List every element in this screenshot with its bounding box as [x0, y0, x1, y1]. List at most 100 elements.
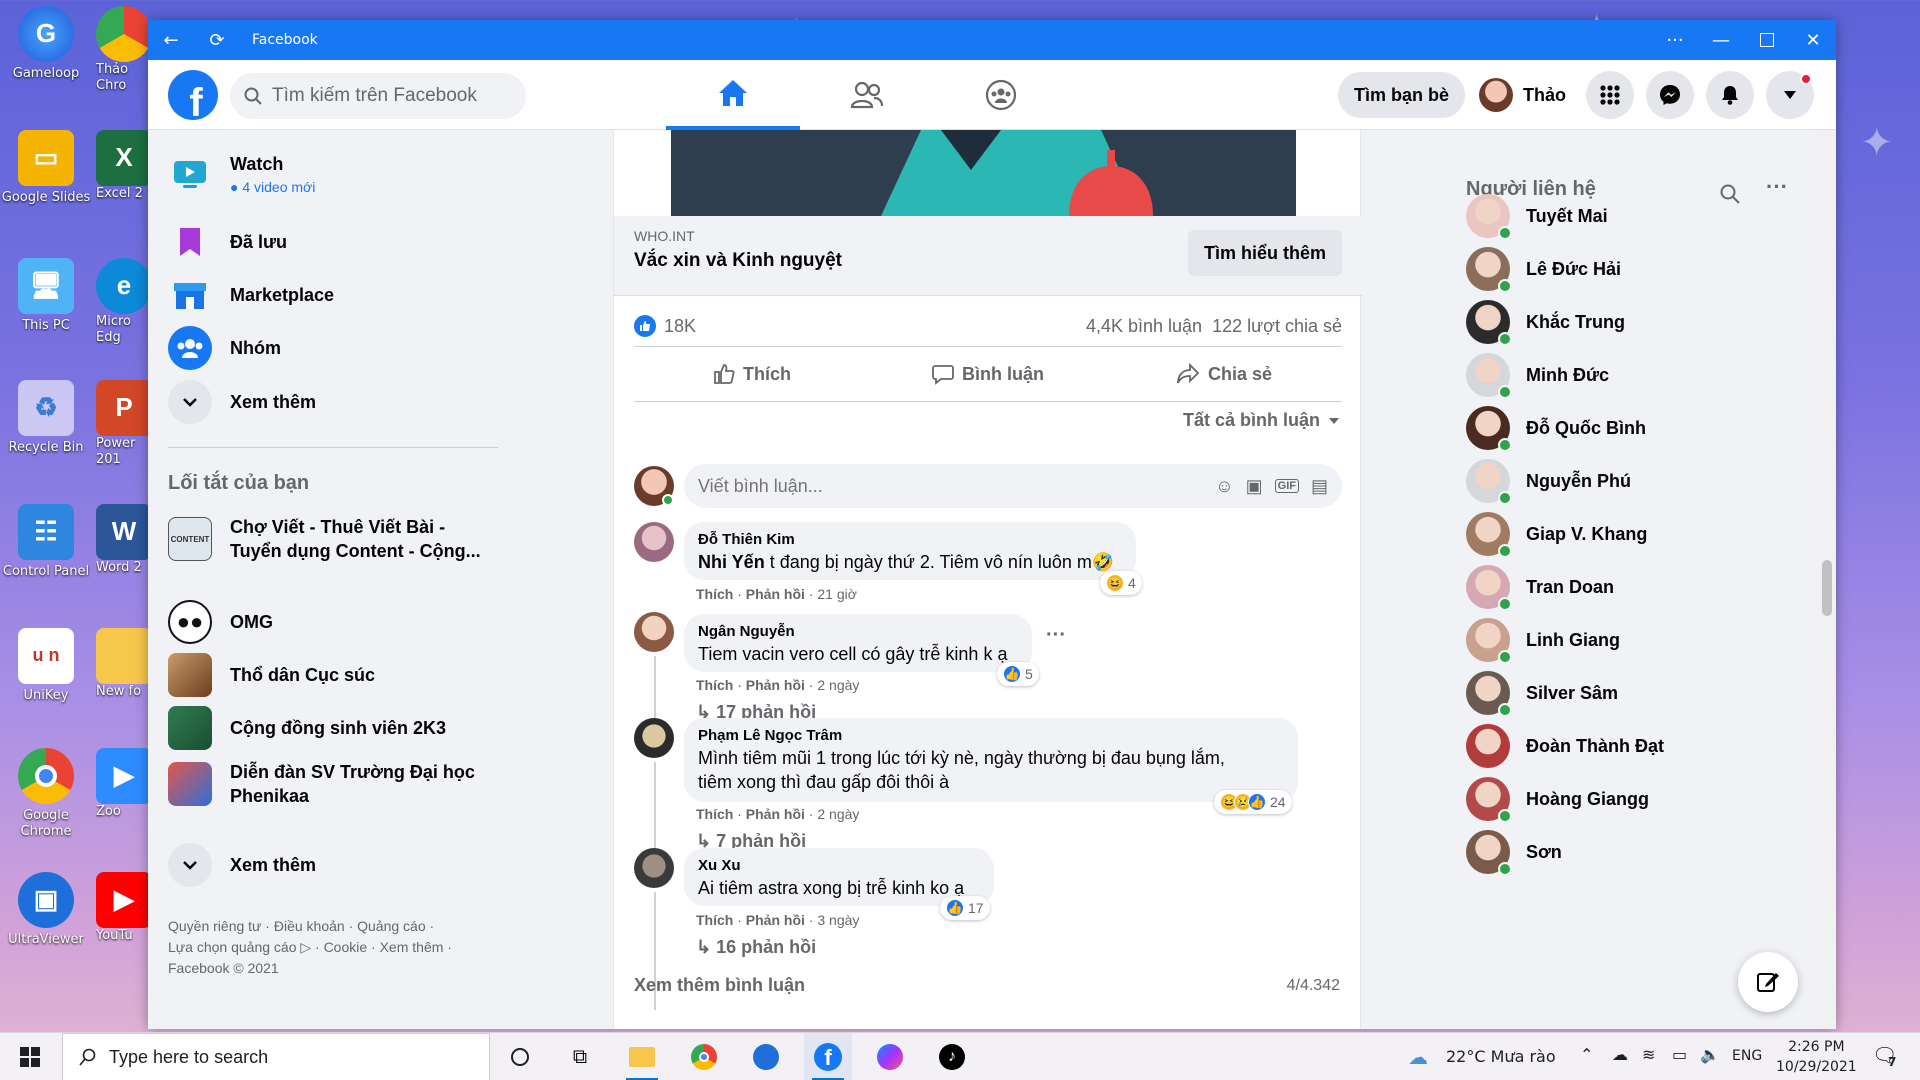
weather-icon[interactable]: ☁ [1408, 1045, 1428, 1069]
taskbar-ultraviewer[interactable] [742, 1033, 790, 1080]
desktop-icon-ultraviewer[interactable]: ▣ UltraViewer [0, 872, 92, 948]
sidebar-item-groups[interactable]: Nhóm [168, 326, 281, 370]
menu-button[interactable] [1586, 71, 1634, 119]
contact-item[interactable]: Sơn [1466, 830, 1562, 876]
shortcut-phenikaa[interactable]: Diễn đàn SV Trường Đại học Phenikaa [168, 760, 488, 809]
desktop-icon-partial[interactable]: ▶ Zoo [96, 748, 150, 820]
comment-button[interactable]: Bình luận [870, 347, 1106, 401]
comment-reply-link[interactable]: Phản hồi [746, 677, 805, 693]
sidebar-item-saved[interactable]: Đã lưu [168, 220, 287, 264]
facebook-logo[interactable]: f [168, 70, 218, 120]
minimize-button[interactable]: — [1698, 20, 1744, 60]
commenter-name[interactable]: Đỗ Thiên Kim [698, 530, 1122, 550]
taskbar-search[interactable]: Type here to search [62, 1033, 490, 1080]
contact-item[interactable]: Minh Đức [1466, 353, 1609, 399]
avatar[interactable] [634, 848, 674, 888]
comment-reactions[interactable]: 😆 4 [1100, 571, 1142, 595]
shortcuts-see-more[interactable]: Xem thêm [168, 843, 316, 887]
taskbar-file-explorer[interactable] [618, 1033, 666, 1080]
desktop-icon-control-panel[interactable]: ☷ Control Panel [0, 504, 92, 580]
comment-time[interactable]: 3 ngày [817, 912, 859, 928]
desktop-icon-recycle-bin[interactable]: ♻ Recycle Bin [0, 380, 92, 456]
close-button[interactable]: ✕ [1790, 20, 1836, 60]
window-menu-button[interactable]: ··· [1652, 20, 1698, 60]
search-input[interactable] [272, 85, 512, 107]
tab-home[interactable] [666, 60, 800, 130]
chevron-up-icon[interactable]: ⌃ [1580, 1045, 1593, 1064]
desktop-icon-partial[interactable]: W Word 2 [96, 504, 150, 576]
commenter-name[interactable]: Xu Xu [698, 856, 980, 876]
learn-more-button[interactable]: Tìm hiểu thêm [1187, 230, 1342, 276]
comment-reactions[interactable]: 👍 17 [940, 896, 990, 920]
tab-friends[interactable] [800, 60, 934, 130]
comment-options-button[interactable]: ··· [1046, 624, 1066, 647]
comment-reply-link[interactable]: Phản hồi [746, 806, 805, 822]
sticker-icon[interactable]: ▤ [1311, 476, 1328, 497]
commenter-name[interactable]: Phạm Lê Ngọc Trâm [698, 726, 1284, 746]
comment-like-link[interactable]: Thích [696, 586, 733, 602]
contact-item[interactable]: Silver Sâm [1466, 671, 1618, 717]
wifi-icon[interactable]: ≋ [1642, 1045, 1655, 1064]
contact-item[interactable]: Linh Giang [1466, 618, 1620, 664]
sidebar-see-more[interactable]: Xem thêm [168, 380, 316, 424]
desktop-icon-partial[interactable]: New fo [96, 628, 150, 700]
footer-links[interactable]: Quyền riêng tư · Điều khoản · Quảng cáo … [168, 916, 488, 979]
desktop-icon-partial[interactable]: Thảo Chro [96, 6, 150, 93]
shortcut-cho-viet[interactable]: CONTENT Chợ Viết - Thuê Viết Bài - Tuyển… [168, 515, 498, 564]
scrollbar[interactable] [1818, 130, 1836, 1029]
task-view-button[interactable]: ⧉ [556, 1033, 604, 1080]
sidebar-item-watch[interactable]: Watch ● 4 video mới [168, 152, 315, 196]
notifications-button[interactable] [1706, 71, 1754, 119]
taskbar-facebook[interactable]: f [804, 1033, 852, 1080]
desktop-icon-gameloop[interactable]: G Gameloop [0, 6, 92, 82]
contact-item[interactable]: Tuyết Mai [1466, 194, 1608, 240]
shortcut-tho-dan[interactable]: Thổ dân Cục súc [168, 653, 375, 697]
link-preview[interactable]: WHO.INT Vắc xin và Kinh nguyệt Tìm hiểu … [614, 216, 1362, 296]
commenter-name[interactable]: Ngân Nguyễn [698, 622, 1018, 642]
contact-item[interactable]: Giap V. Khang [1466, 512, 1647, 558]
desktop-icon-partial[interactable]: P Power 201 [96, 380, 150, 467]
weather-text[interactable]: 22°C Mưa rào [1446, 1047, 1556, 1066]
view-replies-link[interactable]: ↳ 16 phản hồi [696, 937, 816, 958]
sidebar-item-marketplace[interactable]: Marketplace [168, 273, 334, 317]
comment-time[interactable]: 2 ngày [817, 806, 859, 822]
taskbar-tiktok[interactable]: ♪ [928, 1033, 976, 1080]
new-message-button[interactable] [1738, 952, 1798, 1012]
more-options-icon[interactable]: ··· [1766, 174, 1788, 200]
shortcut-omg[interactable]: ●● OMG [168, 600, 273, 644]
cortana-button[interactable] [496, 1033, 544, 1080]
volume-icon[interactable]: 🔈 [1700, 1045, 1720, 1064]
comment-like-link[interactable]: Thích [696, 806, 733, 822]
desktop-icon-unikey[interactable]: u n UniKey [0, 628, 92, 704]
footer-line[interactable]: Lựa chọn quảng cáo ▷ · Cookie · Xem thêm… [168, 937, 488, 958]
search-icon[interactable] [1720, 184, 1740, 204]
notification-center-button[interactable]: 🗨 7 [1872, 1043, 1897, 1069]
comment-like-link[interactable]: Thích [696, 912, 733, 928]
share-count[interactable]: 122 lượt chia sẻ [1212, 316, 1342, 337]
comment-count[interactable]: 4,4K bình luận [1086, 316, 1202, 337]
contact-item[interactable]: Nguyễn Phú [1466, 459, 1631, 505]
shortcut-sinh-vien-2k3[interactable]: Cộng đồng sinh viên 2K3 [168, 706, 446, 750]
contact-item[interactable]: Lê Đức Hải [1466, 247, 1621, 293]
taskbar-chrome[interactable] [680, 1033, 728, 1080]
footer-line[interactable]: Quyền riêng tư · Điều khoản · Quảng cáo … [168, 916, 488, 937]
scrollbar-thumb[interactable] [1822, 560, 1832, 616]
account-button[interactable] [1766, 71, 1814, 119]
contact-item[interactable]: Đỗ Quốc Bình [1466, 406, 1646, 452]
comment-input[interactable] [698, 475, 1204, 497]
camera-icon[interactable]: ▣ [1246, 476, 1263, 497]
contact-item[interactable]: Khắc Trung [1466, 300, 1625, 346]
more-comments-link[interactable]: Xem thêm bình luận [634, 975, 805, 996]
contact-item[interactable]: Hoàng Giangg [1466, 777, 1649, 823]
profile-link[interactable]: Thảo [1479, 78, 1566, 112]
desktop-icon-google-slides[interactable]: ▭ Google Slides [0, 130, 92, 206]
desktop-icon-chrome[interactable]: Google Chrome [0, 748, 92, 839]
desktop-icon-partial[interactable]: e Micro Edg [96, 258, 150, 345]
comment-reply-link[interactable]: Phản hồi [746, 586, 805, 602]
avatar[interactable] [634, 612, 674, 652]
mention-link[interactable]: Nhi Yến [698, 552, 765, 572]
language-indicator[interactable]: ENG [1732, 1048, 1762, 1064]
cloud-icon[interactable]: ☁ [1612, 1045, 1628, 1064]
contact-item[interactable]: Đoàn Thành Đạt [1466, 724, 1664, 768]
comment-input-box[interactable]: ☺ ▣ GIF ▤ [684, 464, 1342, 508]
